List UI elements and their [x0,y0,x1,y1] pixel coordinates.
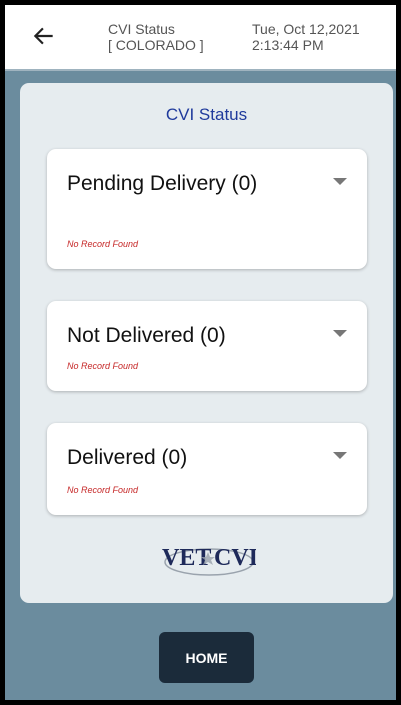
header-date: Tue, Oct 12,2021 [252,21,360,37]
section-not-delivered[interactable]: Not Delivered (0) No Record Found [47,301,367,391]
home-button[interactable]: HOME [159,632,254,683]
section-pending-delivery[interactable]: Pending Delivery (0) No Record Found [47,149,367,269]
header-title-line1: CVI Status [108,21,175,37]
panel-title: CVI Status [165,105,248,124]
section-label: Delivered (0) [67,446,188,469]
header-bar: CVI Status [ COLORADO ] Tue, Oct 12,2021… [5,5,396,71]
header-datetime: Tue, Oct 12,2021 2:13:44 PM [252,21,392,53]
header-title-line2: [ COLORADO ] [108,37,204,53]
vet-cvi-logo: VET CVI [162,545,256,576]
chevron-down-icon[interactable] [333,330,347,337]
chevron-down-icon[interactable] [333,178,347,185]
header-title: CVI Status [ COLORADO ] [108,21,228,53]
section-label: Not Delivered (0) [67,324,226,347]
status-panel: CVI Status Pending Delivery (0) No Recor… [20,83,393,603]
chevron-down-icon[interactable] [333,452,347,459]
section-delivered[interactable]: Delivered (0) No Record Found [47,423,367,515]
logo-text-right: CVI [214,545,256,571]
app-screen: CVI Status [ COLORADO ] Tue, Oct 12,2021… [5,5,396,700]
section-label: Pending Delivery (0) [67,172,258,195]
empty-message: No Record Found [67,485,139,495]
back-arrow-icon[interactable] [31,23,57,49]
header-time: 2:13:44 PM [252,37,324,53]
empty-message: No Record Found [67,239,139,249]
empty-message: No Record Found [67,361,139,371]
